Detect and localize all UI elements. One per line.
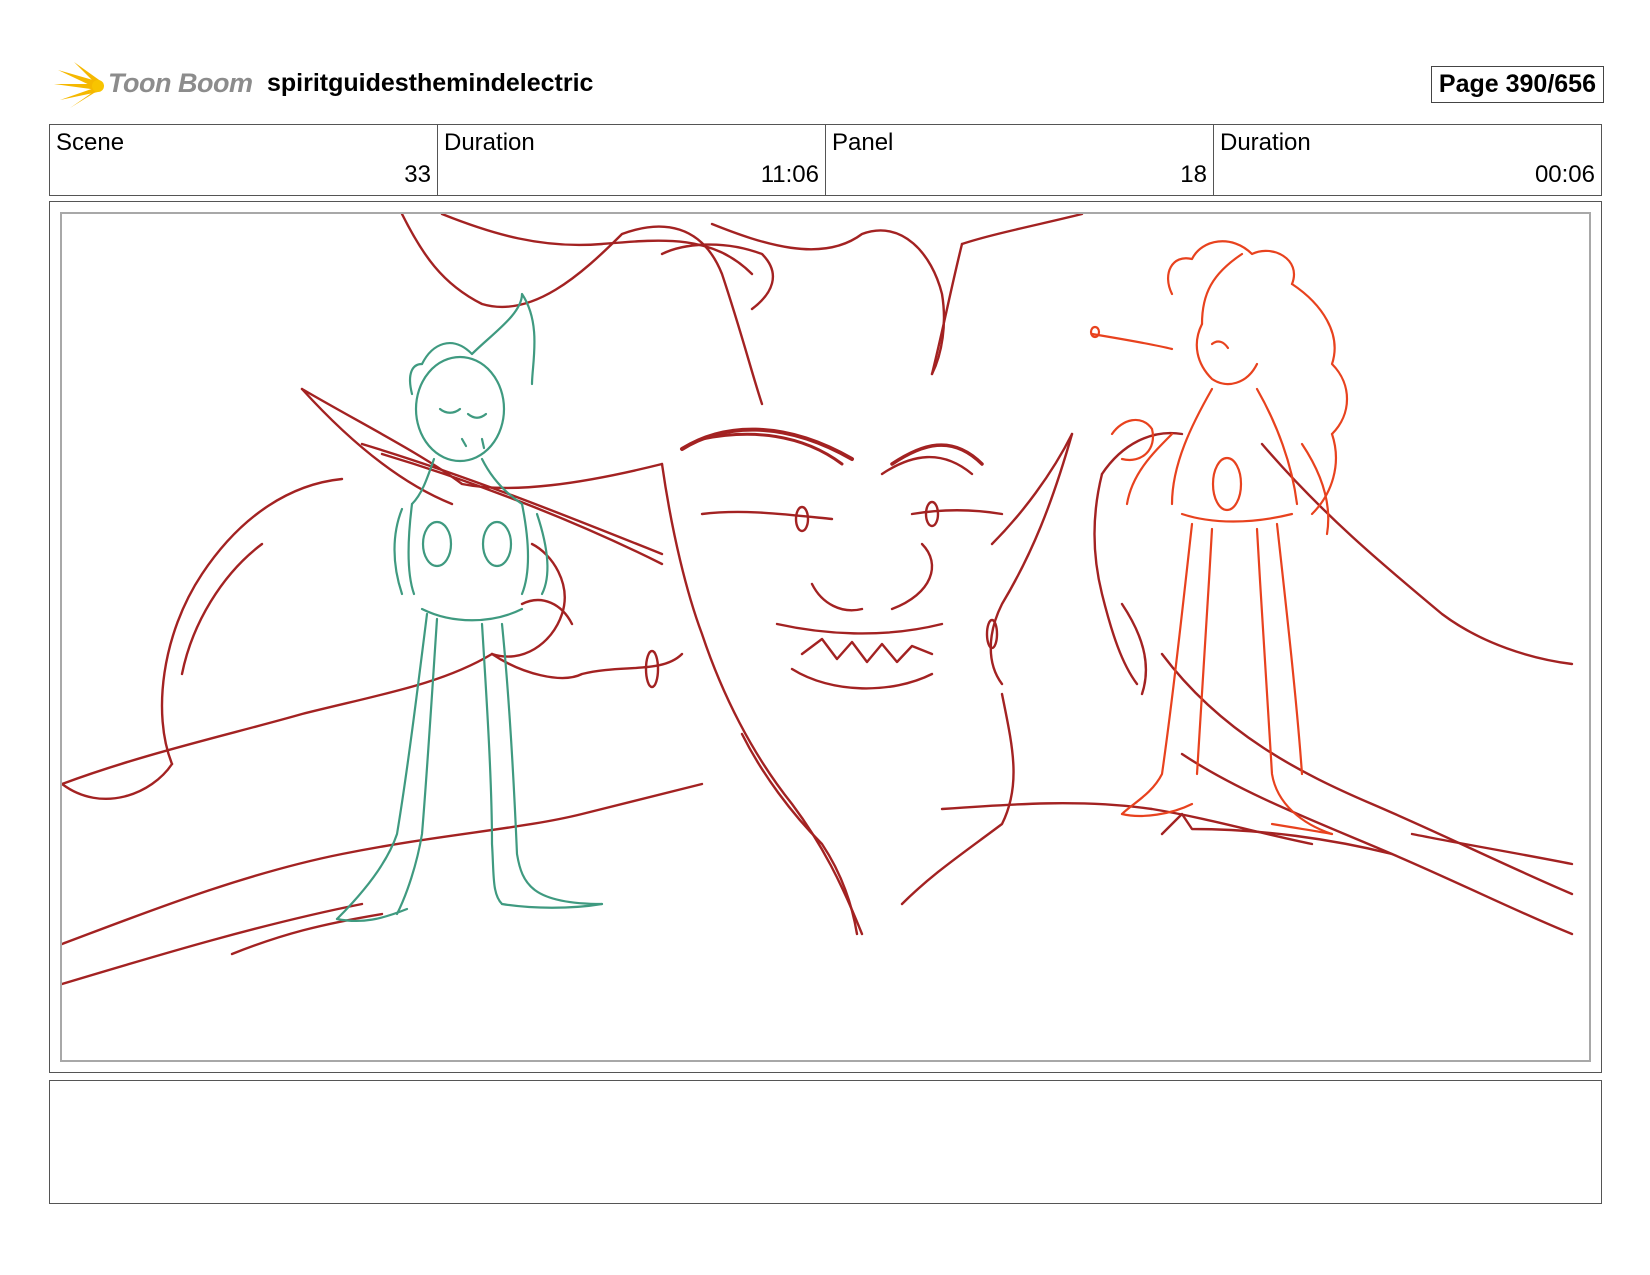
panel-notes-box xyxy=(49,1080,1602,1204)
storyboard-panel xyxy=(49,201,1602,1073)
scene-info-table: Scene 33 Duration 11:06 Panel 18 Duratio… xyxy=(49,124,1602,196)
panel-sketch xyxy=(62,214,1574,986)
scene-duration-label: Duration xyxy=(444,129,535,156)
panel-duration-label: Duration xyxy=(1220,129,1311,156)
project-title: spiritguidesthemindelectric xyxy=(267,69,594,97)
panel-image-area xyxy=(60,212,1591,1062)
page-number: Page 390/656 xyxy=(1430,66,1604,103)
panel-value: 18 xyxy=(1180,161,1207,188)
panel-duration-value: 00:06 xyxy=(1534,161,1595,188)
page-header: Toon Boom spiritguidesthemindelectric Pa… xyxy=(52,56,1604,112)
panel-label: Panel xyxy=(832,129,894,156)
scene-duration-cell: Duration 11:06 xyxy=(438,125,826,195)
right-figure-sketch xyxy=(1089,240,1349,836)
logo-text: Toon Boom xyxy=(108,68,253,98)
toon-boom-logo: Toon Boom xyxy=(52,56,253,112)
scene-cell: Scene 33 xyxy=(50,125,438,195)
starburst-icon xyxy=(54,62,104,108)
scene-value: 33 xyxy=(404,161,431,188)
panel-duration-cell: Duration 00:06 xyxy=(1214,125,1601,195)
scene-duration-value: 11:06 xyxy=(760,161,819,188)
left-figure-sketch xyxy=(335,292,604,923)
demon-sketch xyxy=(62,214,1574,986)
panel-cell: Panel 18 xyxy=(826,125,1214,195)
scene-label: Scene xyxy=(56,129,125,156)
